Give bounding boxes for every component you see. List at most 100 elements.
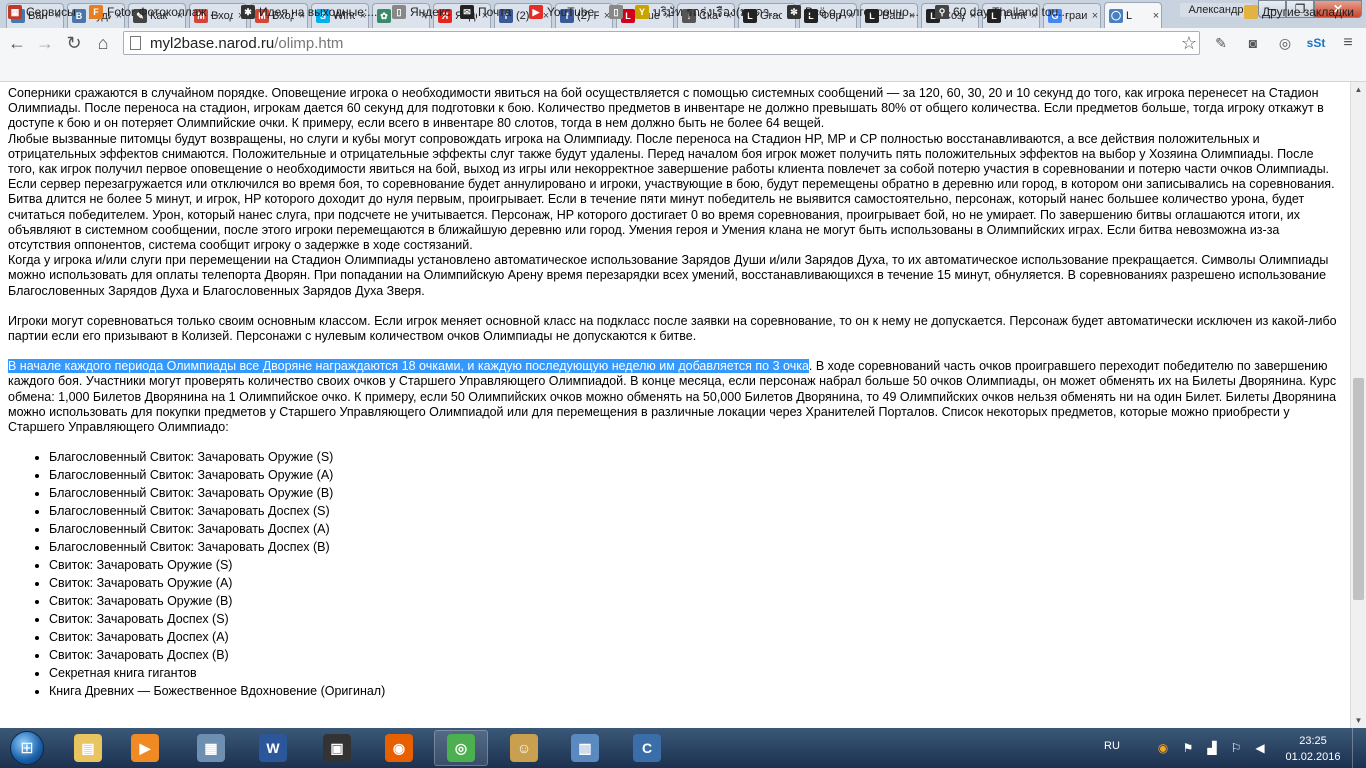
youtube-icon: ▶ (529, 5, 543, 19)
network-icon[interactable]: ▟ (1204, 741, 1220, 755)
bookmark-item[interactable]: ✼ Всё о долгосрочно... (787, 4, 919, 20)
list-item: Книга Древних — Божественное Вдохновение… (49, 682, 1344, 700)
start-button[interactable]: ⊞ (2, 729, 52, 767)
list-item: Свиток: Зачаровать Доспех (S) (49, 610, 1344, 628)
bookmark-item[interactable]: Y บริษัท รถรุ่งเรือง(มุกดา... (635, 4, 780, 20)
word-icon: W (259, 734, 287, 762)
media-player-icon: ▶ (131, 734, 159, 762)
scroll-up-icon[interactable]: ▲ (1351, 82, 1366, 97)
show-desktop-button[interactable] (1352, 728, 1366, 768)
palm-icon: ✼ (787, 5, 801, 19)
scroll-thumb[interactable] (1353, 378, 1364, 600)
selected-text[interactable]: В начале каждого периода Олимпиады все Д… (8, 359, 809, 374)
home-button[interactable]: ⌂ (92, 32, 114, 54)
windows-logo-icon: ⊞ (10, 731, 44, 765)
page-content: Соперники сражаются в случайном порядке.… (0, 82, 1350, 728)
other-bookmarks[interactable]: Другие закладки (1244, 4, 1354, 20)
video-editor-icon: ▣ (323, 734, 351, 762)
bookmark-star-icon[interactable]: ☆ (1181, 33, 1197, 54)
clock-time[interactable]: 23:25 (1290, 735, 1336, 747)
article: Соперники сражаются в случайном порядке.… (8, 86, 1344, 700)
taskbar-app[interactable]: ▶ (118, 730, 172, 766)
address-bar[interactable]: myl2base.narod.ru/olimp.htm ☆ (123, 31, 1200, 55)
browser-tab[interactable]: ◯ L × (1104, 2, 1162, 28)
game-character-icon: ☺ (510, 734, 538, 762)
tab-close-icon[interactable]: × (1151, 10, 1161, 22)
list-item: Свиток: Зачаровать Доспех (B) (49, 646, 1344, 664)
vertical-scrollbar[interactable]: ▲ ▼ (1350, 82, 1366, 728)
list-item: Благословенный Свиток: Зачаровать Доспех… (49, 520, 1344, 538)
firefox-icon: ◉ (385, 734, 413, 762)
item-list: Благословенный Свиток: Зачаровать Оружие… (8, 448, 1344, 700)
clock-date[interactable]: 01.02.2016 (1282, 751, 1344, 763)
tab-label: граи (1065, 10, 1087, 22)
page-icon: ▯ (609, 5, 623, 19)
fotor-icon: F (89, 5, 103, 19)
olimp-icon: ◯ (1109, 8, 1123, 23)
reload-icon: ↻ (66, 33, 82, 53)
taskbar-app[interactable]: ◎ (434, 730, 488, 766)
bookmark-label: บริษัท รถรุ่งเรือง(มุกดา... (653, 4, 780, 19)
bookmark-label: 60 day Thailand tou... (953, 5, 1069, 19)
idea-icon: ✱ (241, 5, 255, 19)
taskbar-app[interactable]: ▤ (61, 730, 115, 766)
taskbar-app[interactable]: ◉ (372, 730, 426, 766)
menu-icon[interactable]: ≡ (1338, 33, 1358, 53)
list-item: Благословенный Свиток: Зачаровать Доспех… (49, 502, 1344, 520)
bookmark-label: Почта (478, 5, 512, 19)
list-item: Свиток: Зачаровать Оружие (S) (49, 556, 1344, 574)
eyedropper-icon[interactable]: ✎ (1211, 33, 1231, 53)
explorer-folder-icon: ▤ (74, 734, 102, 762)
flag-icon[interactable]: ⚐ (1228, 741, 1244, 755)
paragraph: Когда у игрока и/или слуги при перемещен… (8, 253, 1329, 298)
paragraph: В начале каждого периода Олимпиады все Д… (8, 359, 1344, 435)
folder-icon (1244, 5, 1258, 19)
extension-circle-icon[interactable]: ◎ (1275, 33, 1295, 53)
taskbar-app[interactable]: ☺ (497, 730, 551, 766)
bookmark-label: Идея на выходные:... (259, 5, 378, 19)
list-item: Благословенный Свиток: Зачаровать Оружие… (49, 484, 1344, 502)
tray-security-icon[interactable]: ⚑ (1180, 741, 1196, 755)
apps-grid-icon: ▦ (8, 5, 22, 19)
taskbar-app[interactable]: C (620, 730, 674, 766)
profile-name[interactable]: Александр (1180, 3, 1252, 17)
scroll-down-icon[interactable]: ▼ (1351, 713, 1366, 728)
arrow-left-icon: ← (8, 33, 26, 53)
camera-icon[interactable]: ◙ (1243, 33, 1263, 53)
taskbar-app[interactable]: ▥ (558, 730, 612, 766)
taskbar-app[interactable]: ▣ (310, 730, 364, 766)
paragraph: Игроки могут соревноваться только своим … (8, 313, 1337, 344)
bookmark-label: Сервисы (26, 5, 76, 19)
taskbar-app[interactable]: ▦ (184, 730, 238, 766)
paragraph: Любые вызванные питомцы будут возвращены… (8, 131, 1335, 192)
taskbar: ⊞ RU ◉ ⚑ ▟ ⚐ ◀ 23:25 01.02.2016 ▤ ▶ ▦ W ▣ ◉ ◎ ☺… (0, 728, 1366, 768)
tab-close-icon[interactable]: × (1090, 10, 1100, 22)
bookmark-label: Fotor Фотоколлаж ... (107, 5, 220, 19)
bookmark-item[interactable]: F Fotor Фотоколлаж ... (89, 4, 220, 20)
gear-icon: ✿ (377, 9, 391, 23)
thai-company-icon: Y (635, 5, 649, 19)
bookmark-item[interactable]: ▯ (609, 4, 627, 20)
list-item: Благословенный Свиток: Зачаровать Оружие… (49, 448, 1344, 466)
reload-button[interactable]: ↻ (63, 32, 85, 54)
control-panel-icon: ▥ (571, 734, 599, 762)
taskbar-app[interactable]: W (246, 730, 300, 766)
paragraph: Битва длится не более 5 минут, и игрок, … (8, 192, 1305, 253)
language-indicator[interactable]: RU (1104, 740, 1120, 752)
home-icon: ⌂ (97, 33, 109, 53)
back-button[interactable]: ← (6, 32, 28, 54)
mail-icon: ✉ (460, 5, 474, 19)
bookmark-item[interactable]: ▯ Яндекс (392, 4, 450, 20)
app-c-icon: C (633, 734, 661, 762)
bookmark-item[interactable]: ▦ Сервисы (8, 4, 76, 20)
bookmark-item[interactable]: ✱ Идея на выходные:... (241, 4, 377, 20)
bookmark-item[interactable]: ✉ Почта (460, 4, 511, 20)
bookmark-item[interactable]: ⚲ 60 day Thailand tou... (935, 4, 1068, 20)
tray-app-icon[interactable]: ◉ (1155, 741, 1171, 755)
page-icon: ▯ (392, 5, 406, 19)
bookmark-item[interactable]: ▶ YouTube (529, 4, 594, 20)
volume-icon[interactable]: ◀ (1252, 741, 1268, 755)
sst-extension-icon[interactable]: sSt (1306, 33, 1326, 53)
forward-button[interactable]: → (34, 32, 56, 54)
bookmark-label: YouTube (547, 5, 595, 19)
